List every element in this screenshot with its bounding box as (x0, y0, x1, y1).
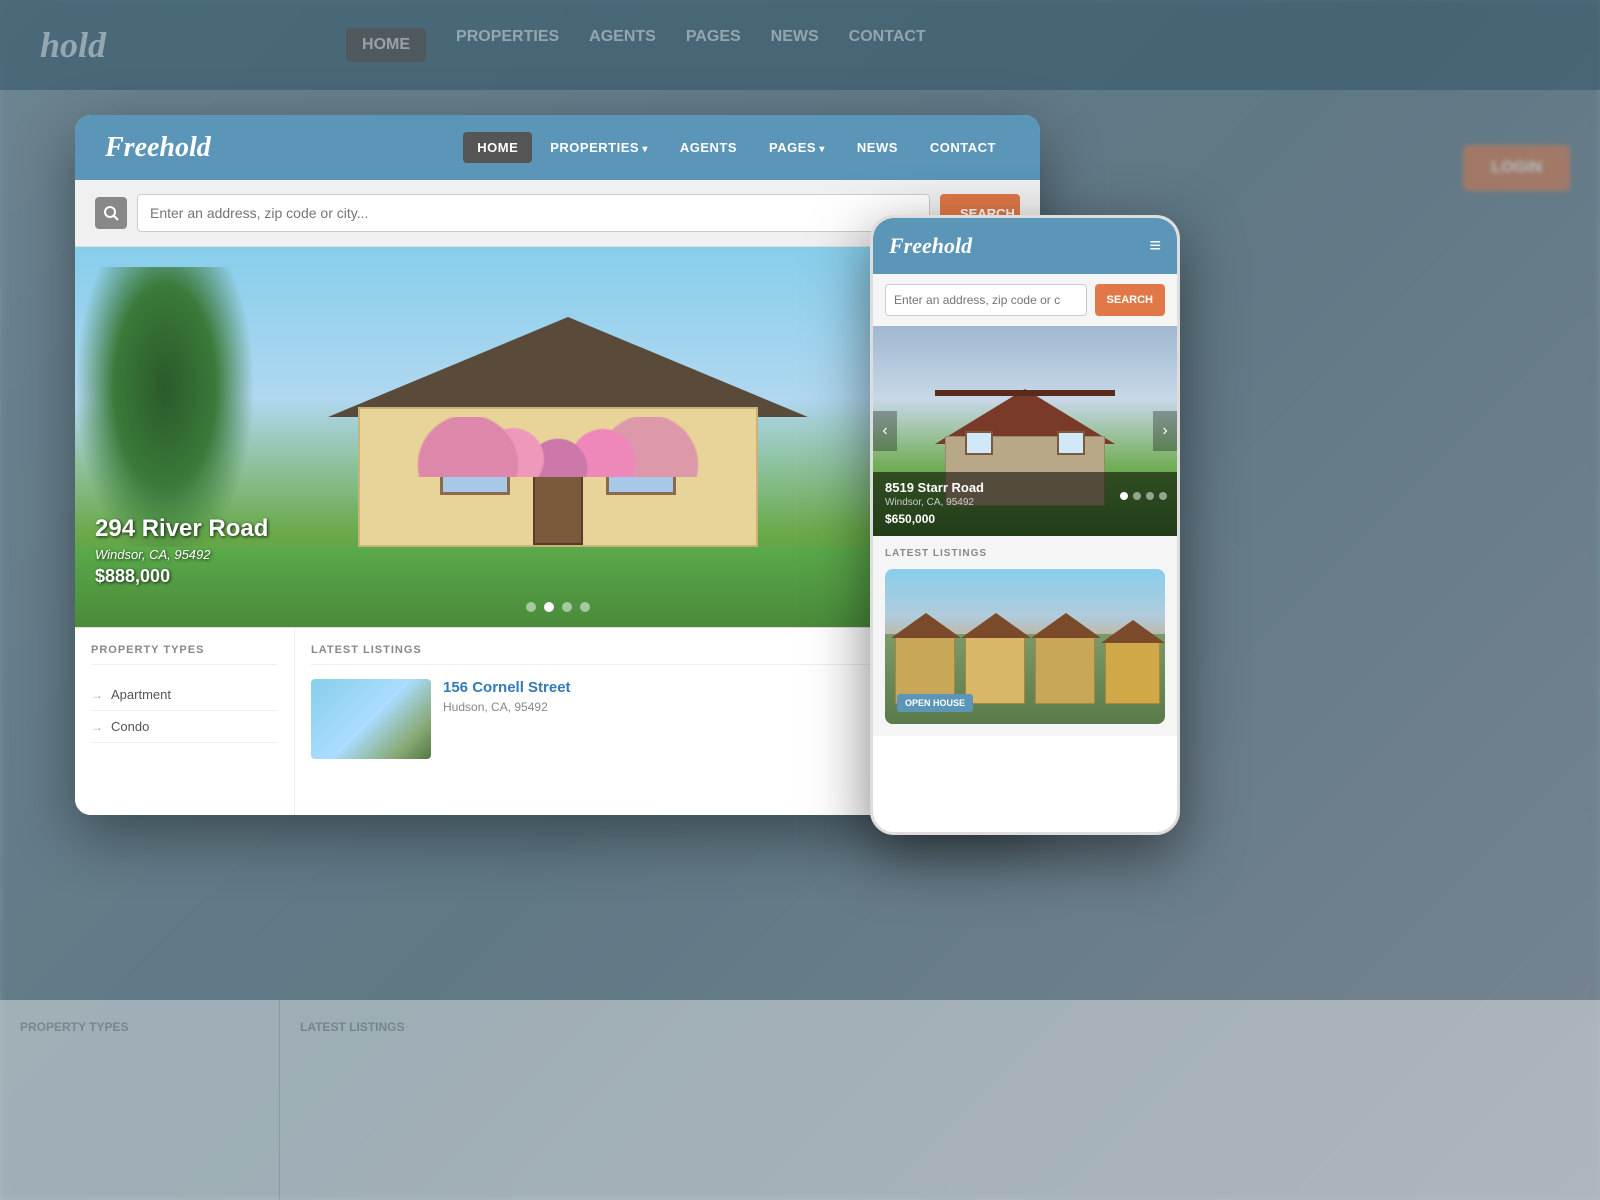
hero-price: $888,000 (95, 566, 170, 586)
desktop-nav-contact[interactable]: CONTACT (916, 132, 1010, 163)
mobile-window-right (1057, 431, 1085, 455)
mobile-listing-card[interactable]: OPEN HOUSE (885, 569, 1165, 724)
arrow-icon: → (91, 688, 103, 702)
desktop-nav-pages[interactable]: PAGES (755, 132, 839, 163)
hero-dots[interactable] (526, 602, 590, 612)
bg-nav-contact: CONTACT (849, 28, 926, 62)
hero-caption: 294 River Road Windsor, CA, 95492 $888,0… (95, 515, 268, 587)
desktop-nav-properties[interactable]: PROPERTIES (536, 132, 662, 163)
mobile-logo: Freehold (889, 233, 1149, 259)
mobile-search-bar: SEARCH (873, 274, 1177, 326)
mobile-dot-1[interactable] (1120, 492, 1128, 500)
hero-prev-button[interactable]: ‹ (873, 411, 897, 451)
prop-type-condo-label: Condo (111, 719, 149, 734)
mobile-mockup: Freehold ≡ SEARCH ‹ › 8519 Starr Road Wi… (870, 215, 1180, 835)
hero-address: 294 River Road (95, 515, 268, 543)
bg-nav-pages: PAGES (686, 28, 741, 62)
bg-nav-agents: AGENTS (589, 28, 656, 62)
mobile-dot-3[interactable] (1146, 492, 1154, 500)
hamburger-icon[interactable]: ≡ (1149, 235, 1161, 258)
prop-type-apartment-label: Apartment (111, 687, 171, 702)
desktop-nav-home[interactable]: HOME (463, 132, 532, 163)
hero-dot-1[interactable] (526, 602, 536, 612)
listing-info: 156 Cornell Street Hudson, CA, 95492 (443, 679, 571, 714)
hero-dot-2[interactable] (544, 602, 554, 612)
house-unit-2 (965, 634, 1025, 704)
hero-next-button[interactable]: › (1153, 411, 1177, 451)
property-types-panel: PROPERTY TYPES → Apartment → Condo (75, 628, 295, 815)
house-unit-4 (1105, 639, 1160, 704)
mobile-latest-listings: LATEST LISTINGS OPEN HOUSE (873, 536, 1177, 736)
open-house-badge: OPEN HOUSE (897, 694, 973, 712)
hero-dot-4[interactable] (580, 602, 590, 612)
desktop-nav: Freehold HOME PROPERTIES AGENTS PAGES NE… (75, 115, 1040, 180)
search-icon (103, 205, 119, 221)
mobile-hero: ‹ › 8519 Starr Road Windsor, CA, 95492 $… (873, 326, 1177, 536)
mobile-search-button[interactable]: SEARCH (1095, 284, 1165, 316)
house-main (308, 347, 808, 547)
listing-location: Hudson, CA, 95492 (443, 700, 571, 714)
bg-nav-items: HOME PROPERTIES AGENTS PAGES NEWS CONTAC… (346, 28, 926, 62)
prop-type-condo[interactable]: → Condo (91, 711, 278, 743)
mobile-house-ridge (935, 390, 1115, 396)
bg-nav-news: NEWS (771, 28, 819, 62)
roof-1 (891, 613, 961, 638)
desktop-search-input[interactable] (137, 194, 930, 232)
mobile-hero-dots[interactable] (1120, 492, 1167, 500)
house-door (533, 465, 583, 545)
mobile-dot-2[interactable] (1133, 492, 1141, 500)
arrow-icon-2: → (91, 720, 103, 734)
roof-4 (1101, 620, 1165, 643)
mobile-nav: Freehold ≡ (873, 218, 1177, 274)
bg-nav-home: HOME (346, 28, 426, 62)
listing-thumbnail (311, 679, 431, 759)
desktop-logo: Freehold (105, 132, 211, 164)
mobile-listings-title: LATEST LISTINGS (885, 548, 1165, 559)
bg-latest-listings-title: LATEST LISTINGS (300, 1020, 1580, 1034)
hero-location: Windsor, CA, 95492 (95, 547, 268, 562)
property-types-title: PROPERTY TYPES (91, 644, 278, 665)
bg-nav: hold HOME PROPERTIES AGENTS PAGES NEWS C… (0, 0, 1600, 90)
house-roof (328, 317, 808, 417)
prop-type-apartment[interactable]: → Apartment (91, 679, 278, 711)
roof-3 (1031, 613, 1101, 638)
bg-nav-properties: PROPERTIES (456, 28, 559, 62)
bg-property-types-title: PROPERTY TYPES (20, 1020, 259, 1034)
bg-cta-button: LOGIN (1463, 145, 1570, 191)
mobile-dot-4[interactable] (1159, 492, 1167, 500)
desktop-nav-items[interactable]: HOME PROPERTIES AGENTS PAGES NEWS CONTAC… (463, 132, 1010, 163)
search-icon-wrap (95, 197, 127, 229)
bg-bottom: PROPERTY TYPES LATEST LISTINGS (0, 1000, 1600, 1200)
mobile-search-input[interactable] (885, 284, 1087, 316)
roof-2 (961, 613, 1031, 638)
house-flowers (408, 417, 708, 477)
desktop-nav-news[interactable]: NEWS (843, 132, 912, 163)
bg-logo: hold (40, 24, 106, 66)
house-unit-3 (1035, 634, 1095, 704)
listing-address: 156 Cornell Street (443, 679, 571, 696)
mobile-window-left (965, 431, 993, 455)
desktop-nav-agents[interactable]: AGENTS (666, 132, 751, 163)
mobile-hero-caption: 8519 Starr Road Windsor, CA, 95492 $650,… (873, 472, 1177, 536)
mobile-hero-price: $650,000 (885, 512, 935, 526)
hero-dot-3[interactable] (562, 602, 572, 612)
